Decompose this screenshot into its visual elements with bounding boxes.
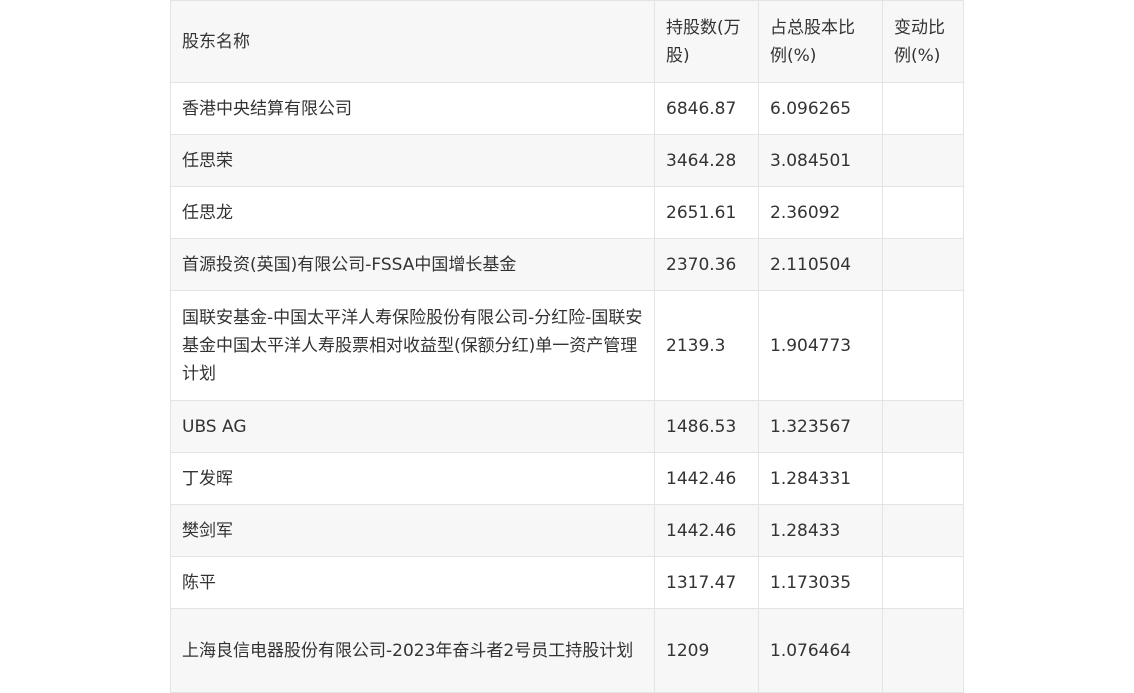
cell-name: 丁发晖 xyxy=(170,452,655,505)
cell-ratio: 3.084501 xyxy=(758,134,883,187)
cell-shares: 1209 xyxy=(654,608,759,693)
cell-change xyxy=(882,608,964,693)
cell-name: 陈平 xyxy=(170,556,655,609)
cell-change xyxy=(882,504,964,557)
header-shareholder-name: 股东名称 xyxy=(170,0,655,83)
cell-shares: 1442.46 xyxy=(654,504,759,557)
shareholder-table: 股东名称 持股数(万股) 占总股本比例(%) 变动比例(%) 香港中央结算有限公… xyxy=(170,0,964,693)
table-row: 上海良信电器股份有限公司-2023年奋斗者2号员工持股计划 1209 1.076… xyxy=(170,608,964,693)
cell-ratio: 1.076464 xyxy=(758,608,883,693)
table-row: 丁发晖 1442.46 1.284331 xyxy=(170,452,964,505)
cell-shares: 2139.3 xyxy=(654,290,759,401)
cell-change xyxy=(882,82,964,135)
cell-ratio: 2.36092 xyxy=(758,186,883,239)
cell-ratio: 1.173035 xyxy=(758,556,883,609)
cell-change xyxy=(882,452,964,505)
header-shares: 持股数(万股) xyxy=(654,0,759,83)
table-header-row: 股东名称 持股数(万股) 占总股本比例(%) 变动比例(%) xyxy=(170,0,964,83)
cell-ratio: 1.323567 xyxy=(758,400,883,453)
table-row: 香港中央结算有限公司 6846.87 6.096265 xyxy=(170,82,964,135)
cell-name: 任思荣 xyxy=(170,134,655,187)
header-change: 变动比例(%) xyxy=(882,0,964,83)
cell-change xyxy=(882,238,964,291)
cell-name: 任思龙 xyxy=(170,186,655,239)
table-row: 首源投资(英国)有限公司-FSSA中国增长基金 2370.36 2.110504 xyxy=(170,238,964,291)
cell-shares: 1486.53 xyxy=(654,400,759,453)
cell-ratio: 2.110504 xyxy=(758,238,883,291)
cell-ratio: 1.904773 xyxy=(758,290,883,401)
cell-shares: 2651.61 xyxy=(654,186,759,239)
shareholder-table-container: 股东名称 持股数(万股) 占总股本比例(%) 变动比例(%) 香港中央结算有限公… xyxy=(170,0,964,693)
cell-name: 樊剑军 xyxy=(170,504,655,557)
cell-name: UBS AG xyxy=(170,400,655,453)
cell-shares: 1317.47 xyxy=(654,556,759,609)
table-row: 任思龙 2651.61 2.36092 xyxy=(170,186,964,239)
cell-ratio: 1.28433 xyxy=(758,504,883,557)
cell-shares: 3464.28 xyxy=(654,134,759,187)
cell-name: 上海良信电器股份有限公司-2023年奋斗者2号员工持股计划 xyxy=(170,608,655,693)
cell-ratio: 1.284331 xyxy=(758,452,883,505)
cell-ratio: 6.096265 xyxy=(758,82,883,135)
table-row: UBS AG 1486.53 1.323567 xyxy=(170,400,964,453)
cell-change xyxy=(882,290,964,401)
cell-change xyxy=(882,556,964,609)
cell-name: 首源投资(英国)有限公司-FSSA中国增长基金 xyxy=(170,238,655,291)
cell-shares: 1442.46 xyxy=(654,452,759,505)
table-row: 国联安基金-中国太平洋人寿保险股份有限公司-分红险-国联安基金中国太平洋人寿股票… xyxy=(170,290,964,401)
table-row: 樊剑军 1442.46 1.28433 xyxy=(170,504,964,557)
cell-name: 香港中央结算有限公司 xyxy=(170,82,655,135)
header-ratio: 占总股本比例(%) xyxy=(758,0,883,83)
cell-name: 国联安基金-中国太平洋人寿保险股份有限公司-分红险-国联安基金中国太平洋人寿股票… xyxy=(170,290,655,401)
cell-change xyxy=(882,400,964,453)
table-row: 任思荣 3464.28 3.084501 xyxy=(170,134,964,187)
cell-change xyxy=(882,186,964,239)
cell-change xyxy=(882,134,964,187)
cell-shares: 6846.87 xyxy=(654,82,759,135)
cell-shares: 2370.36 xyxy=(654,238,759,291)
table-row: 陈平 1317.47 1.173035 xyxy=(170,556,964,609)
